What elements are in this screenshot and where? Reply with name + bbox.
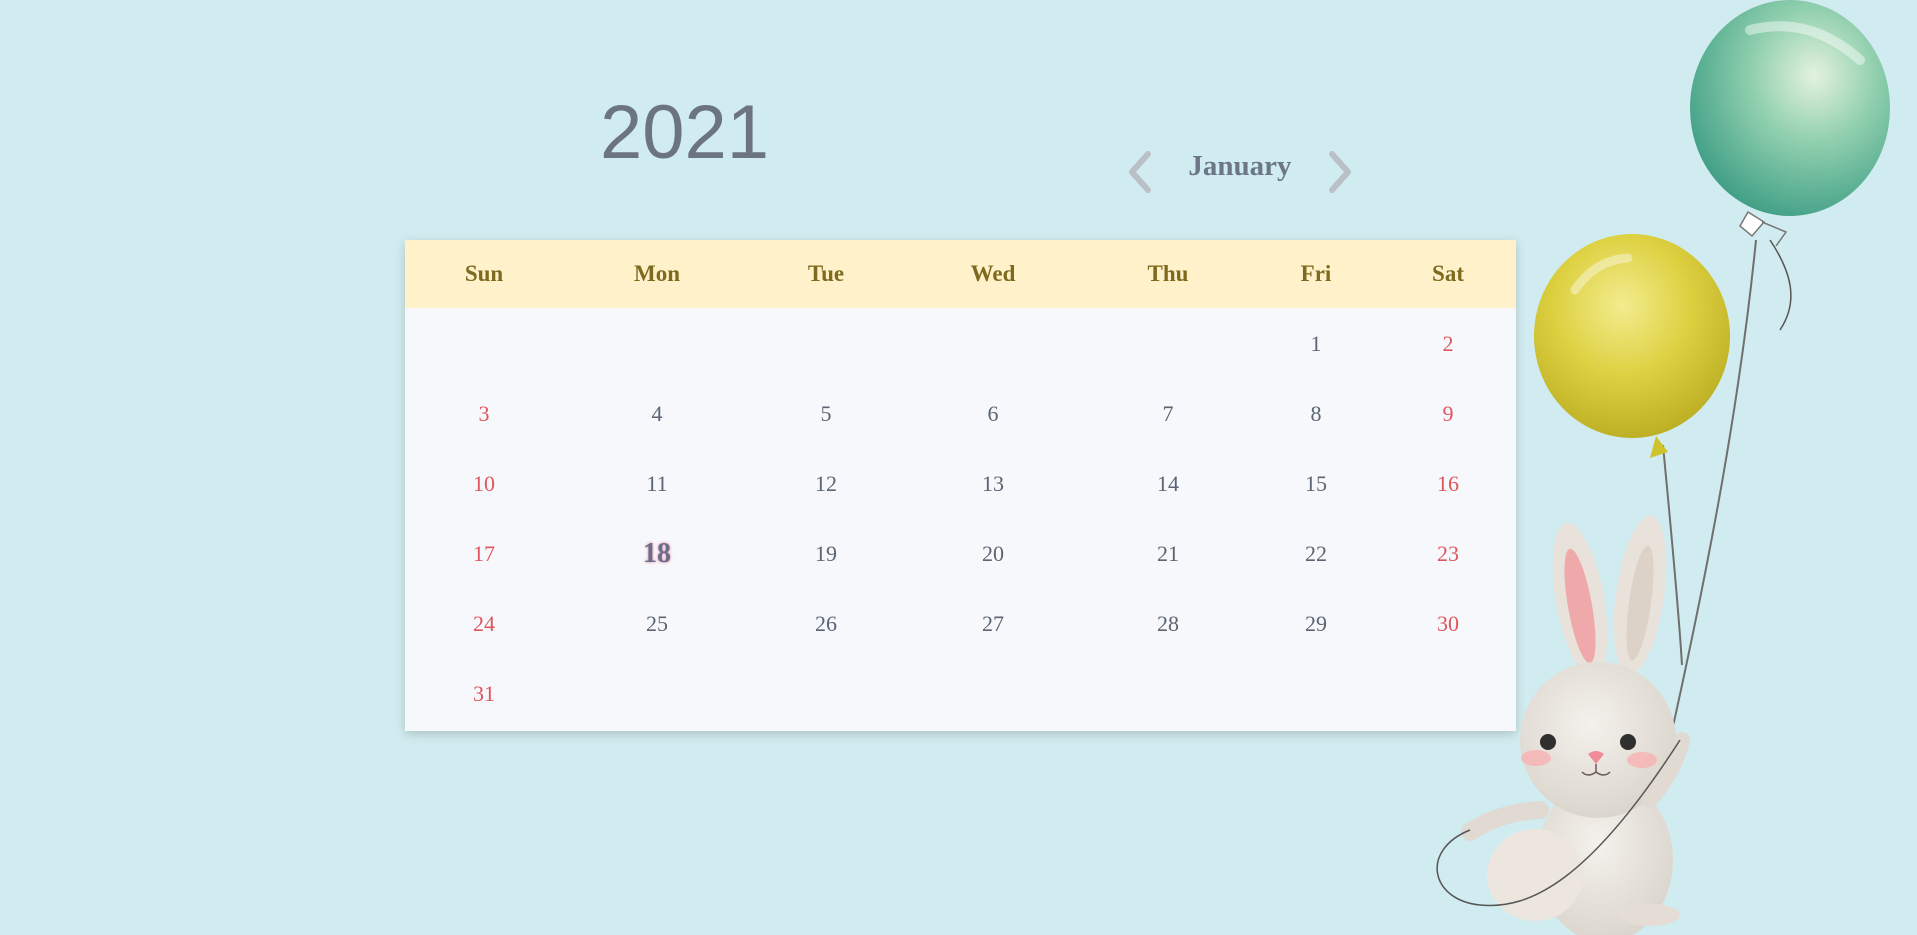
day-cell[interactable]: 19 [815, 541, 837, 567]
chevron-right-icon [1329, 151, 1351, 193]
day-cell[interactable]: 8 [1311, 401, 1322, 427]
day-cell[interactable]: 15 [1305, 471, 1327, 497]
day-cell[interactable]: 14 [1157, 471, 1179, 497]
day-cell[interactable]: 20 [982, 541, 1004, 567]
day-cell[interactable]: 13 [982, 471, 1004, 497]
calendar-days: 1 2 3 4 5 6 7 8 9 10 11 12 13 14 15 16 17 18 19 20 21 22 23 24 2… [405, 308, 1516, 731]
weekday-wed: Wed [970, 261, 1016, 286]
day-cell[interactable]: 10 [473, 471, 495, 497]
day-cell[interactable]: 21 [1157, 541, 1179, 567]
weekday-header: Sun Mon Tue Wed Thu Fri Sat [405, 240, 1516, 308]
day-cell[interactable]: 26 [815, 611, 837, 637]
day-cell[interactable]: 1 [1311, 331, 1322, 357]
yellow-balloon-icon [1534, 234, 1730, 458]
green-balloon-icon [1690, 0, 1890, 247]
day-cell[interactable]: 27 [982, 611, 1004, 637]
day-cell[interactable]: 17 [473, 541, 495, 567]
weekday-thu: Thu [1147, 261, 1189, 286]
day-cell[interactable]: 7 [1163, 401, 1174, 427]
day-cell[interactable]: 5 [821, 401, 832, 427]
weekday-mon: Mon [634, 261, 680, 286]
day-cell[interactable]: 12 [815, 471, 837, 497]
day-cell[interactable]: 22 [1305, 541, 1327, 567]
day-cell[interactable]: 24 [473, 611, 495, 637]
weekday-tue: Tue [807, 261, 845, 286]
day-cell[interactable]: 28 [1157, 611, 1179, 637]
day-cell[interactable]: 31 [473, 681, 495, 707]
day-cell[interactable]: 29 [1305, 611, 1327, 637]
day-cell[interactable]: 3 [479, 401, 490, 427]
calendar-grid: Sun Mon Tue Wed Thu Fri Sat 1 2 3 4 5 6 7 8 9 10 11 12 13 1… [405, 240, 1516, 731]
day-cell[interactable]: 6 [988, 401, 999, 427]
year-title: 2021 [600, 90, 770, 175]
day-cell[interactable]: 4 [652, 401, 663, 427]
weekday-sun: Sun [464, 261, 504, 286]
month-navigation: January [1120, 140, 1360, 204]
balloon-bunny-illustration [1436, 0, 1890, 935]
weekday-fri: Fri [1300, 261, 1332, 286]
next-month-button[interactable] [1320, 146, 1360, 198]
bunny-icon [1436, 515, 1690, 935]
day-cell-today[interactable]: 18 [643, 538, 671, 570]
day-cell[interactable]: 11 [646, 471, 667, 497]
day-cell[interactable]: 25 [646, 611, 668, 637]
